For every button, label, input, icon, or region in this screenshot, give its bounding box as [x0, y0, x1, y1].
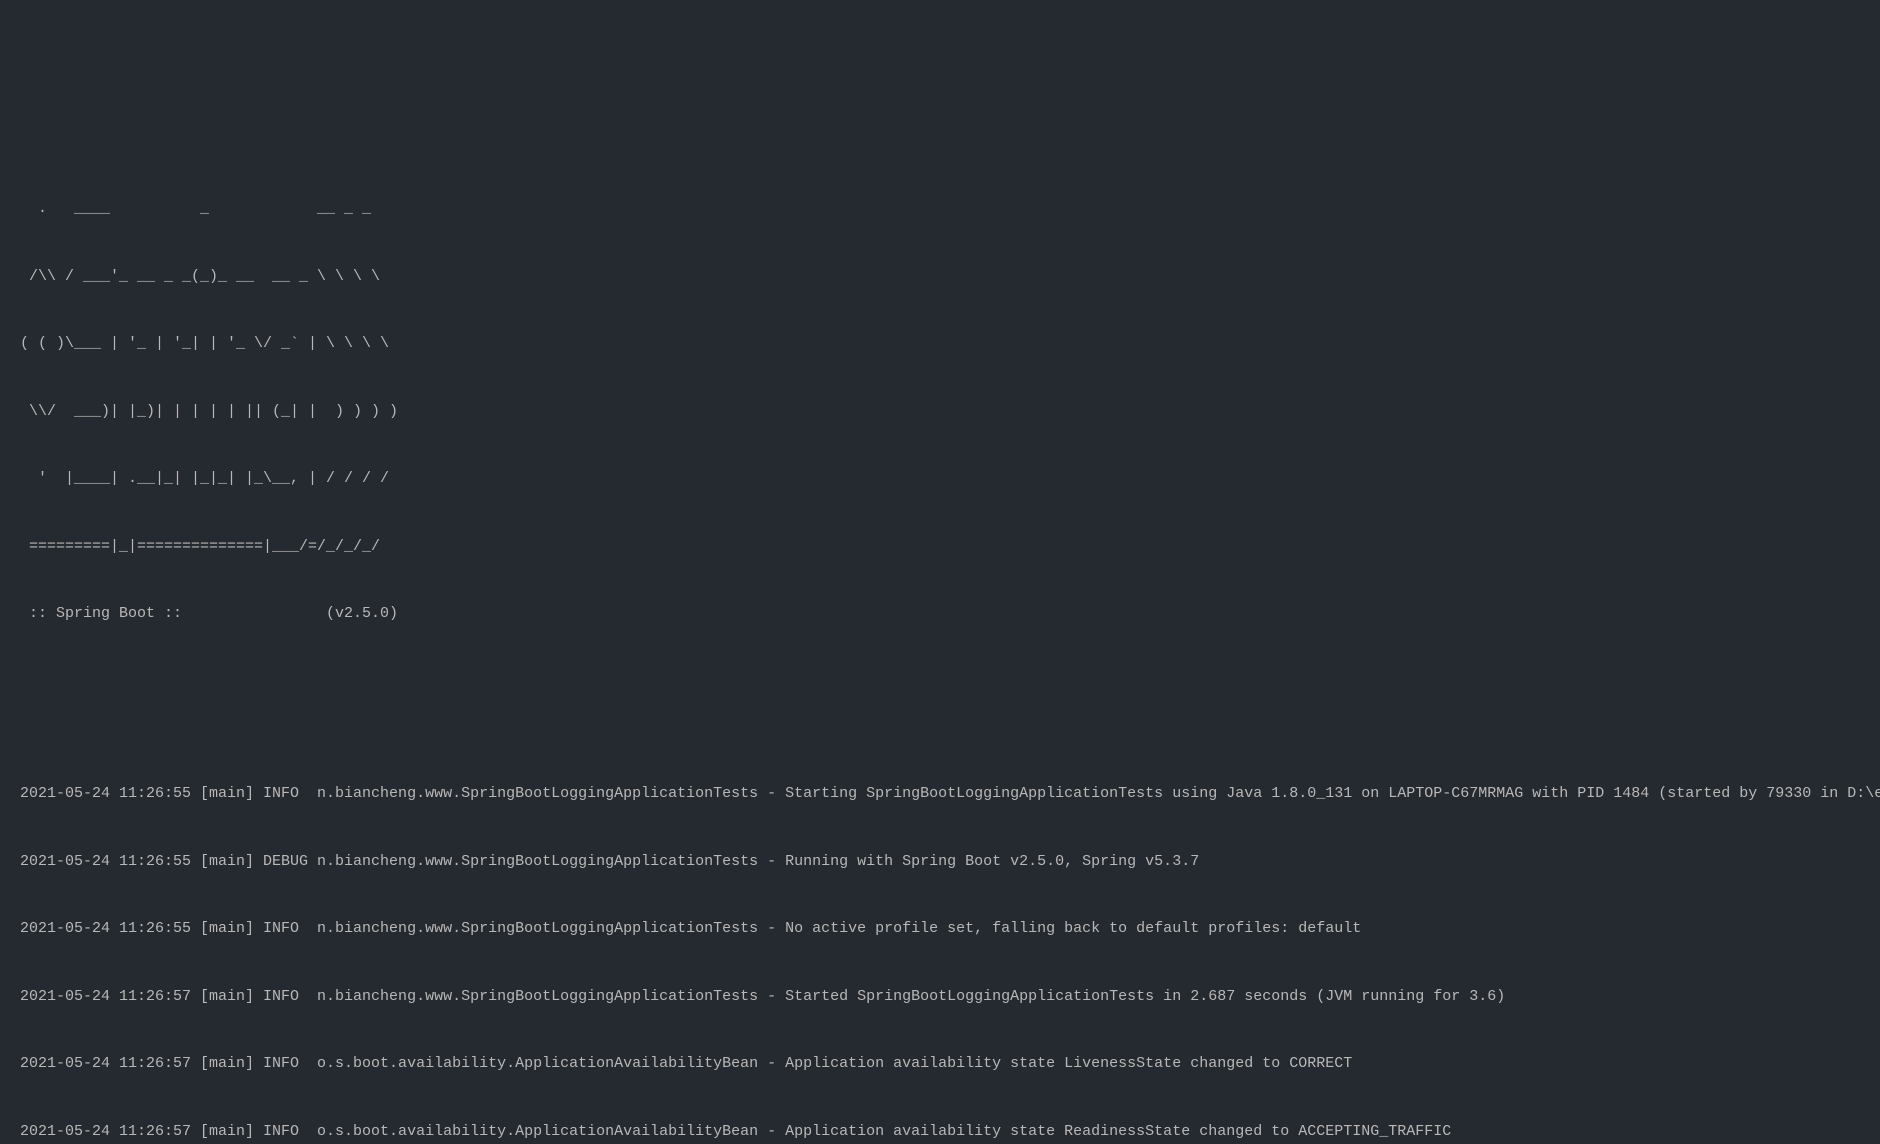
- console-output: . ____ _ __ _ _ /\\ / ___'_ __ _ _(_)_ _…: [20, 108, 1860, 1144]
- banner-line: \\/ ___)| |_)| | | | | || (_| | ) ) ) ): [20, 401, 1860, 424]
- blank-line: [20, 716, 1860, 739]
- banner-line: . ____ _ __ _ _: [20, 198, 1860, 221]
- log-line: 2021-05-24 11:26:55 [main] DEBUG n.bianc…: [20, 851, 1860, 874]
- log-line: 2021-05-24 11:26:57 [main] INFO o.s.boot…: [20, 1053, 1860, 1076]
- banner-line: ' |____| .__|_| |_|_| |_\__, | / / / /: [20, 468, 1860, 491]
- banner-line: /\\ / ___'_ __ _ _(_)_ __ __ _ \ \ \ \: [20, 266, 1860, 289]
- banner-line: :: Spring Boot :: (v2.5.0): [20, 603, 1860, 626]
- banner-line: ( ( )\___ | '_ | '_| | '_ \/ _` | \ \ \ …: [20, 333, 1860, 356]
- log-line: 2021-05-24 11:26:57 [main] INFO o.s.boot…: [20, 1121, 1860, 1144]
- log-line: 2021-05-24 11:26:57 [main] INFO n.bianch…: [20, 986, 1860, 1009]
- log-line: 2021-05-24 11:26:55 [main] INFO n.bianch…: [20, 783, 1860, 806]
- banner-line: =========|_|==============|___/=/_/_/_/: [20, 536, 1860, 559]
- spring-boot-banner: . ____ _ __ _ _ /\\ / ___'_ __ _ _(_)_ _…: [20, 153, 1860, 671]
- log-line: 2021-05-24 11:26:55 [main] INFO n.bianch…: [20, 918, 1860, 941]
